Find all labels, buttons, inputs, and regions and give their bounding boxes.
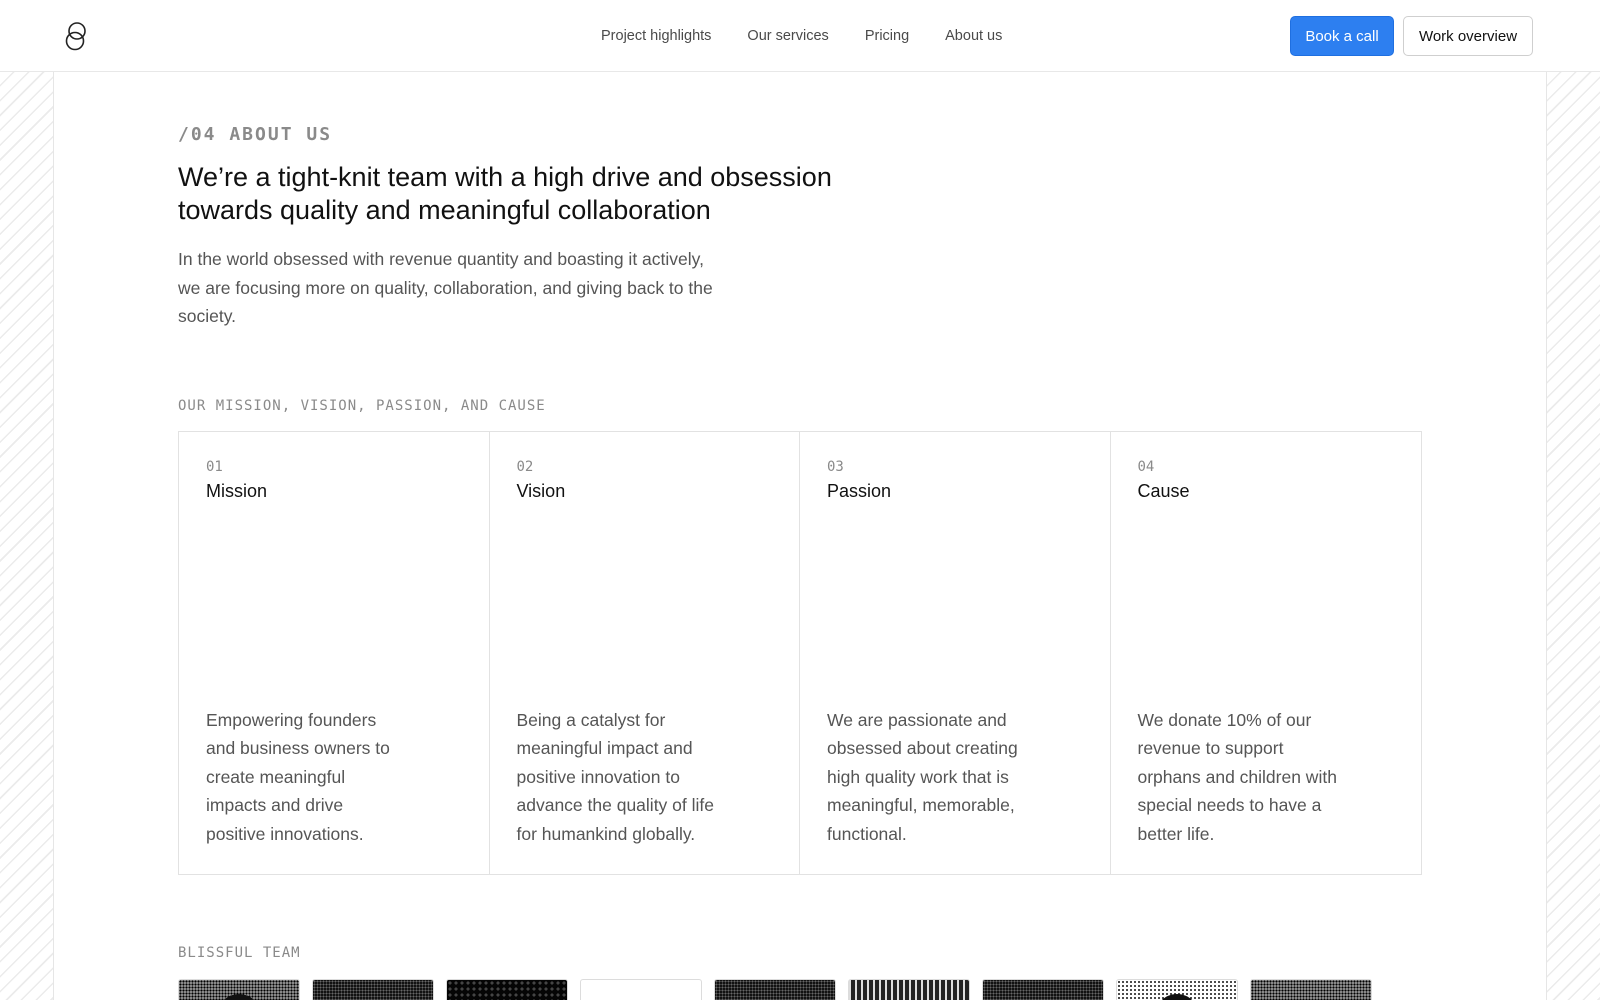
nav-link-our-services[interactable]: Our services (747, 28, 828, 44)
card-title: Cause (1137, 481, 1190, 501)
card-title: Mission (206, 481, 268, 501)
work-overview-button[interactable]: Work overview (1403, 16, 1533, 56)
team-member-photo[interactable] (1116, 979, 1238, 1000)
team-photo-row (178, 979, 1372, 1000)
card-number: 02 (516, 459, 534, 475)
card-number: 03 (827, 459, 844, 475)
team-member-photo[interactable] (1250, 979, 1372, 1000)
main-nav: Project highlights Our services Pricing … (601, 0, 1038, 72)
mission-section-label: OUR MISSION, VISION, PASSION, AND CAUSE (178, 398, 546, 414)
intro-paragraph: In the world obsessed with revenue quant… (178, 249, 713, 326)
section-tag: /04 ABOUT US (178, 124, 333, 145)
left-hatched-gutter (0, 72, 54, 1000)
card-number: 01 (206, 459, 223, 475)
brand-logo-icon[interactable] (64, 20, 90, 52)
team-member-photo[interactable] (178, 979, 300, 1000)
card-number: 04 (1137, 459, 1155, 475)
team-member-photo[interactable] (982, 979, 1104, 1000)
card-text: Empowering founders and business owners … (206, 709, 390, 844)
headline-line-2: towards quality and meaningful collabora… (178, 195, 711, 225)
card-passion: 03 Passion We are passionate and obsesse… (800, 432, 1111, 874)
card-mission: 01 Mission Empowering founders and busin… (179, 432, 490, 874)
nav-link-pricing[interactable]: Pricing (865, 28, 909, 44)
nav-link-project-highlights[interactable]: Project highlights (601, 28, 711, 44)
right-hatched-gutter (1546, 72, 1600, 1000)
card-text: Being a catalyst for meaningful impact a… (516, 709, 715, 844)
team-member-photo[interactable] (580, 979, 702, 1000)
card-cause: 04 Cause We donate 10% of our revenue to… (1111, 432, 1422, 874)
team-member-photo[interactable] (714, 979, 836, 1000)
card-title: Vision (516, 481, 566, 501)
card-vision: 02 Vision Being a catalyst for meaningfu… (490, 432, 800, 874)
team-member-photo[interactable] (446, 979, 568, 1000)
headline-line-1: We’re a tight-knit team with a high driv… (178, 162, 832, 192)
nav-link-about-us[interactable]: About us (945, 28, 1002, 44)
page-headline: We’re a tight-knit team with a high driv… (178, 161, 858, 227)
card-text: We are passionate and obsessed about cre… (827, 709, 1018, 844)
card-title: Passion (827, 481, 892, 501)
mission-cards-grid: 01 Mission Empowering founders and busin… (178, 431, 1422, 875)
top-navigation-bar: Project highlights Our services Pricing … (0, 0, 1600, 72)
team-member-photo[interactable] (848, 979, 970, 1000)
card-text: We donate 10% of our revenue to support … (1137, 709, 1337, 844)
book-a-call-button[interactable]: Book a call (1290, 16, 1394, 56)
team-member-photo[interactable] (312, 979, 434, 1000)
team-section-label: BLISSFUL TEAM (178, 945, 301, 961)
